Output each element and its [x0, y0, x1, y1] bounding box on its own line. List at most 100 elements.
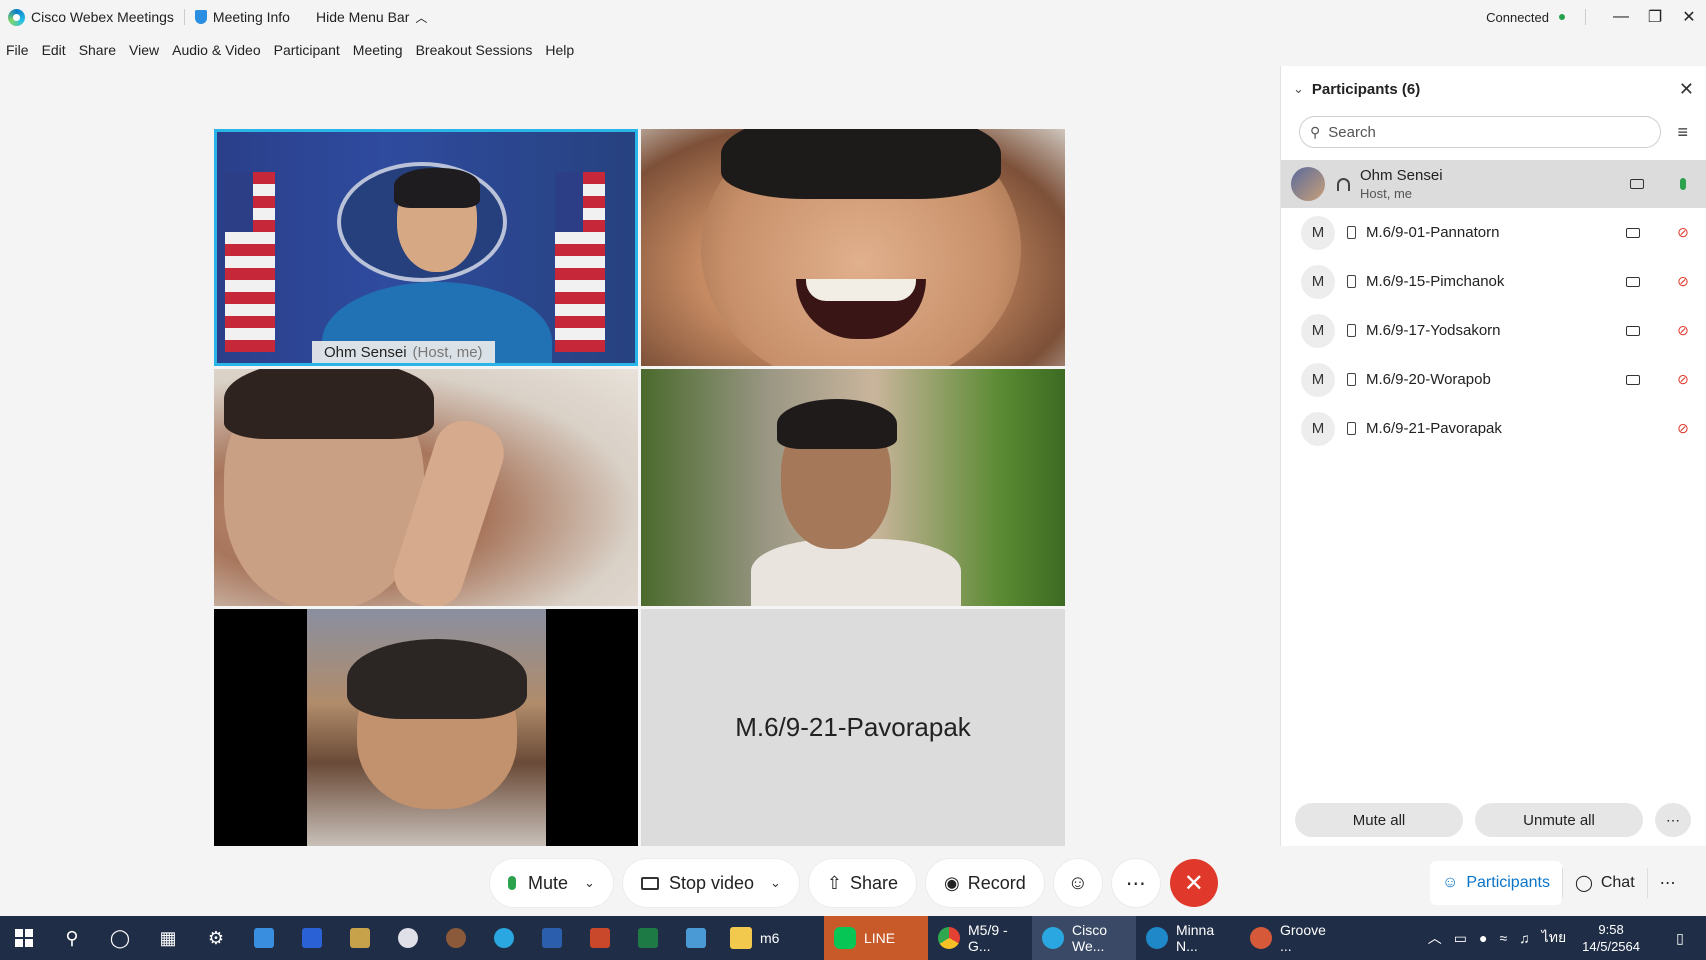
- taskbar-app[interactable]: Minna N...: [1136, 916, 1240, 960]
- video-tile-host[interactable]: Ohm Sensei (Host, me): [214, 129, 638, 366]
- powerpoint-icon[interactable]: [576, 916, 624, 960]
- more-options-button[interactable]: ⋯: [1111, 859, 1160, 907]
- video-grid: Ohm Sensei (Host, me) M.6/9-21-Pavorapak: [214, 129, 1065, 847]
- record-button[interactable]: ◉ Record: [926, 859, 1044, 907]
- language-indicator[interactable]: ไทย: [1542, 927, 1566, 949]
- mute-all-button[interactable]: Mute all: [1295, 803, 1463, 837]
- participant-row[interactable]: M M.6/9-21-Pavorapak ⊘: [1281, 404, 1706, 453]
- video-tile-participant[interactable]: [214, 369, 638, 606]
- end-meeting-button[interactable]: ✕: [1169, 859, 1218, 907]
- participant-search-input[interactable]: ⚲ Search: [1299, 116, 1662, 148]
- connection-status-label: Connected: [1486, 9, 1549, 25]
- meeting-info-button[interactable]: Meeting Info: [194, 9, 290, 25]
- restore-button[interactable]: ❐: [1638, 7, 1672, 27]
- share-button[interactable]: ⇧ Share: [808, 859, 917, 907]
- panels-more-button[interactable]: ⋯: [1648, 861, 1688, 905]
- taskbar-app-label: Groove ...: [1280, 922, 1326, 954]
- close-panel-button[interactable]: ✕: [1679, 79, 1694, 100]
- menu-meeting[interactable]: Meeting: [353, 42, 403, 58]
- pinned-app-icon[interactable]: [336, 916, 384, 960]
- taskbar-app[interactable]: m6: [720, 916, 824, 960]
- system-tray: ︿ ▭ ● ≈ ♫ ไทย 9:58 14/5/2564 ▯: [1422, 916, 1706, 960]
- menu-help[interactable]: Help: [545, 42, 574, 58]
- menu-breakout-sessions[interactable]: Breakout Sessions: [416, 42, 533, 58]
- mobile-device-icon: [1347, 324, 1356, 337]
- start-button[interactable]: [0, 916, 48, 960]
- clock[interactable]: 9:58 14/5/2564: [1582, 921, 1640, 955]
- taskbar-app[interactable]: Cisco We...: [1032, 916, 1136, 960]
- menu-share[interactable]: Share: [79, 42, 116, 58]
- stop-video-button[interactable]: Stop video ⌄: [622, 859, 799, 907]
- video-tile-participant[interactable]: [214, 609, 638, 846]
- video-tile-participant[interactable]: [641, 129, 1065, 366]
- close-icon: ✕: [1183, 869, 1204, 897]
- chevron-up-icon[interactable]: ︿: [1428, 928, 1442, 948]
- shield-icon: [194, 10, 207, 24]
- menu-audio-video[interactable]: Audio & Video: [172, 42, 260, 58]
- microphone-muted-icon[interactable]: ⊘: [1676, 273, 1690, 290]
- menu-participant[interactable]: Participant: [274, 42, 340, 58]
- video-tile-participant[interactable]: [641, 369, 1065, 606]
- cortana-icon[interactable]: ◯: [96, 916, 144, 960]
- video-tile-no-video[interactable]: M.6/9-21-Pavorapak: [641, 609, 1065, 846]
- webex-logo-icon: [8, 8, 25, 26]
- microphone-icon[interactable]: ●: [1479, 930, 1487, 946]
- microphone-on-icon[interactable]: [1680, 178, 1686, 190]
- word-icon[interactable]: [528, 916, 576, 960]
- microphone-icon: [508, 876, 516, 890]
- chevron-down-icon[interactable]: ⌄: [1293, 81, 1304, 97]
- volume-icon[interactable]: ♫: [1519, 930, 1530, 946]
- video-camera-icon: [1630, 179, 1644, 189]
- hide-menu-bar-button[interactable]: Hide Menu Bar ︿: [316, 9, 427, 26]
- participant-name: Ohm Sensei: [1360, 167, 1443, 184]
- microphone-muted-icon[interactable]: ⊘: [1676, 224, 1690, 241]
- chevron-down-icon[interactable]: ⌄: [584, 875, 595, 891]
- chevron-down-icon[interactable]: ⌄: [770, 875, 781, 891]
- notification-icon[interactable]: ▯: [1660, 930, 1700, 947]
- participant-row[interactable]: M M.6/9-01-Pannatorn ⊘: [1281, 208, 1706, 257]
- participant-row[interactable]: M M.6/9-20-Worapob ⊘: [1281, 355, 1706, 404]
- pinned-app-icon[interactable]: [672, 916, 720, 960]
- taskbar-app[interactable]: Groove ...: [1240, 916, 1344, 960]
- avatar: M: [1301, 215, 1335, 250]
- taskbar-app[interactable]: M5/9 - G...: [928, 916, 1032, 960]
- panel-more-button[interactable]: ⋯: [1655, 803, 1691, 837]
- microphone-muted-icon[interactable]: ⊘: [1676, 371, 1690, 388]
- task-view-icon[interactable]: ▦: [144, 916, 192, 960]
- menu-view[interactable]: View: [129, 42, 159, 58]
- tab-participants[interactable]: ☺ Participants: [1430, 861, 1562, 905]
- game-controller-icon[interactable]: ⚙: [192, 916, 240, 960]
- mobile-device-icon: [1347, 275, 1356, 288]
- tab-chat-label: Chat: [1600, 874, 1635, 891]
- mute-label: Mute: [528, 872, 569, 893]
- webex-app-icon[interactable]: [480, 916, 528, 960]
- menu-edit[interactable]: Edit: [42, 42, 66, 58]
- edge-icon: [1146, 927, 1168, 949]
- participant-row[interactable]: M M.6/9-17-Yodsakorn ⊘: [1281, 306, 1706, 355]
- participant-row[interactable]: M M.6/9-15-Pimchanok ⊘: [1281, 257, 1706, 306]
- wifi-icon[interactable]: ≈: [1499, 930, 1507, 946]
- unmute-all-button[interactable]: Unmute all: [1475, 803, 1643, 837]
- pinned-app-icon[interactable]: [384, 916, 432, 960]
- mute-button[interactable]: Mute ⌄: [490, 859, 613, 907]
- battery-icon[interactable]: ▭: [1454, 930, 1467, 947]
- microphone-muted-icon[interactable]: ⊘: [1676, 420, 1690, 437]
- excel-icon[interactable]: [624, 916, 672, 960]
- menu-bar: File Edit Share View Audio & Video Parti…: [0, 38, 581, 62]
- participant-row[interactable]: Ohm Sensei Host, me: [1281, 160, 1706, 208]
- tab-chat[interactable]: ◯ Chat: [1563, 861, 1647, 905]
- menu-file[interactable]: File: [6, 42, 29, 58]
- avatar: M: [1301, 313, 1335, 348]
- minimize-button[interactable]: —: [1604, 8, 1638, 26]
- search-placeholder: Search: [1328, 123, 1376, 141]
- person-icon: ☺: [1442, 874, 1459, 891]
- taskbar-search-icon[interactable]: ⚲: [48, 916, 96, 960]
- sort-list-icon[interactable]: ≡: [1677, 122, 1688, 143]
- pinned-app-icon[interactable]: [288, 916, 336, 960]
- close-window-button[interactable]: ✕: [1672, 7, 1706, 27]
- pinned-app-icon[interactable]: [432, 916, 480, 960]
- reactions-button[interactable]: ☺: [1053, 859, 1102, 907]
- pinned-app-icon[interactable]: [240, 916, 288, 960]
- taskbar-app[interactable]: LINE: [824, 916, 928, 960]
- microphone-muted-icon[interactable]: ⊘: [1676, 322, 1690, 339]
